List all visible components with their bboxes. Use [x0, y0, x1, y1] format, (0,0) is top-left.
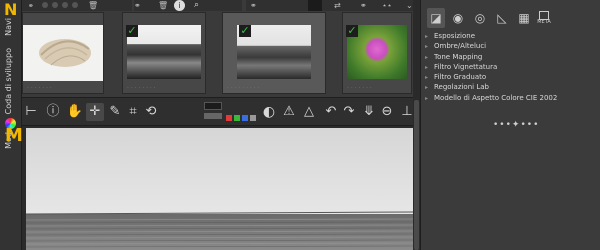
green-channel-icon[interactable] — [234, 115, 240, 121]
exposure-tab-icon[interactable]: ◪ — [427, 8, 445, 28]
module-ciecam02[interactable]: ▸ Modello di Aspetto Colore CIE 2002 — [425, 93, 597, 103]
thumbnail-thistle[interactable]: ✓ · · · · · · · — [342, 12, 412, 94]
trash-icon[interactable]: 🗑 — [88, 1, 98, 10]
stars-icon[interactable]: ⋆⋆ — [382, 1, 392, 10]
flip-vertical-icon[interactable]: ⤋ — [360, 103, 378, 121]
color-label-icon[interactable] — [42, 2, 48, 8]
module-label: Modello di Aspetto Colore CIE 2002 — [434, 93, 558, 102]
transform-tab-icon[interactable]: ◺ — [493, 8, 511, 28]
blue-channel-icon[interactable] — [242, 115, 248, 121]
detail-tab-icon[interactable]: ◎ — [471, 8, 489, 28]
module-shadows-highlights[interactable]: ▸ Ombre/Alteluci — [425, 41, 597, 51]
meta-tab-icon[interactable]: META — [535, 8, 553, 28]
filmstrip-toolbar-2: ⚭ 🗑 i ⌕ — [134, 0, 242, 11]
color-picker-icon[interactable]: ✎ — [106, 103, 124, 121]
navigator-label[interactable]: Navi — [4, 18, 13, 36]
thumbnail-caption: · · · · · · · — [27, 85, 52, 91]
filmstrip-toolbar-1: ⚭ 🗑 — [22, 0, 132, 11]
red-channel-icon[interactable] — [226, 115, 232, 121]
crop-tool-icon[interactable]: ⌗ — [124, 103, 142, 121]
logo-m-icon: M — [5, 125, 23, 146]
thumbnail-shell[interactable]: · · · · · · · — [22, 12, 104, 94]
module-label: Filtro Vignettatura — [434, 62, 498, 71]
module-graduated-filter[interactable]: ▸ Filtro Graduato — [425, 72, 597, 82]
luminance-channel-icon[interactable] — [250, 115, 256, 121]
undo-icon[interactable]: ↶ — [322, 103, 340, 121]
module-label: Esposizione — [434, 32, 476, 40]
link-icon[interactable]: ⚭ — [250, 1, 257, 10]
preview-scrollbar[interactable] — [413, 0, 420, 250]
link-icon[interactable]: ⚭ — [134, 1, 141, 10]
filmstrip: ⚭ 🗑 ⚭ 🗑 i ⌕ ⚭ ⇄ ⚭ ⋆⋆ ⌄ · · · · · · · ✓ ·… — [22, 0, 420, 98]
hand-tool-icon[interactable]: ✋ — [66, 103, 84, 121]
color-label-icon[interactable] — [62, 2, 68, 8]
module-exposure[interactable]: ▸ Esposizione — [425, 31, 597, 41]
module-label: Ombre/Alteluci — [434, 42, 487, 51]
before-after-icon[interactable] — [204, 102, 222, 110]
meta-box-icon — [539, 11, 549, 20]
main-preview-image[interactable] — [26, 128, 415, 250]
module-label: Regolazioni Lab — [434, 83, 489, 92]
zoom-icon[interactable]: ⌕ — [194, 0, 199, 10]
module-label: Filtro Graduato — [434, 73, 487, 82]
thumbnail-seascape-2[interactable]: ✓ · · · · · · · · · — [222, 12, 326, 94]
trash-icon[interactable]: 🗑 — [158, 1, 168, 10]
warning-shadow-icon[interactable]: ⚠ — [280, 103, 298, 121]
scrollbar-thumb[interactable] — [414, 100, 419, 250]
shell-image — [39, 39, 91, 67]
color-label-icon[interactable] — [52, 2, 58, 8]
seascape-image — [26, 128, 415, 250]
before-after-icon[interactable] — [204, 113, 222, 119]
crosshair-tool-icon[interactable]: ✛ — [86, 103, 104, 121]
color-tab-icon[interactable]: ◉ — [449, 8, 467, 28]
warning-highlight-icon[interactable]: △ — [300, 103, 318, 121]
queue-label[interactable]: Coda di sviluppo — [4, 48, 13, 114]
thumbnail-seascape-1[interactable]: ✓ · · · · · · · · — [122, 12, 206, 94]
link-icon[interactable]: ⚭ — [28, 2, 34, 10]
image-toolbar: ⊢ ⓘ ✋ ✛ ✎ ⌗ ⟲ ◐ ⚠ △ ↶ ↷ ⤋ ⊖ ⊥ — [22, 98, 420, 126]
module-lab-adjustments[interactable]: ▸ Regolazioni Lab — [425, 82, 597, 92]
expand-arrow-icon: ▸ — [425, 94, 429, 102]
rotate-icon[interactable]: ⊖ — [378, 103, 396, 121]
sidebar-toggle-icon[interactable]: ⊢ — [22, 103, 40, 121]
check-icon[interactable]: ✓ — [239, 25, 251, 37]
left-side-strip: N Navi Coda di sviluppo Mod M — [0, 0, 23, 250]
module-label: Tone Mapping — [434, 52, 483, 61]
check-icon[interactable]: ✓ — [126, 25, 138, 37]
filmstrip-toolbar-3: ⚭ ⇄ ⚭ ⋆⋆ ⌄ — [246, 0, 420, 11]
color-label-icon[interactable] — [72, 2, 78, 8]
module-list: ▸ Esposizione ▸ Ombre/Alteluci ▸ Tone Mappi… — [425, 31, 597, 103]
right-panel: ◪ ◉ ◎ ◺ ▦ META ▸ Esposizione ▸ Ombre/Altel… — [420, 0, 600, 250]
effects-tab-icon[interactable]: ▦ — [515, 8, 533, 28]
info-icon[interactable]: ⓘ — [44, 103, 62, 121]
redo-icon[interactable]: ↷ — [340, 103, 358, 121]
logo-n-icon: N — [4, 0, 18, 19]
info-icon[interactable]: i — [174, 0, 185, 11]
straighten-tool-icon[interactable]: ⟲ — [142, 103, 160, 121]
thumbnail-caption: · · · · · · · · · — [227, 85, 260, 91]
thumbnail-caption: · · · · · · · · — [127, 85, 156, 91]
tool-tabs: ◪ ◉ ◎ ◺ ▦ META — [421, 8, 600, 30]
menu-icon[interactable]: ⌄ — [406, 1, 413, 10]
active-tool-button[interactable] — [308, 0, 322, 11]
thumbnail-image — [23, 25, 103, 81]
thumbnail-caption: · · · · · · · — [347, 85, 372, 91]
thumbnail-image — [127, 25, 201, 79]
module-vignetting-filter[interactable]: ▸ Filtro Vignettatura — [425, 62, 597, 72]
module-tone-mapping[interactable]: ▸ Tone Mapping — [425, 52, 597, 62]
transfer-icon[interactable]: ⇄ — [334, 1, 341, 10]
check-icon[interactable]: ✓ — [346, 25, 358, 37]
focus-mask-icon[interactable]: ◐ — [260, 103, 278, 121]
panel-end-ornament: •••✦••• — [493, 120, 540, 130]
link-icon[interactable]: ⚭ — [360, 1, 367, 10]
